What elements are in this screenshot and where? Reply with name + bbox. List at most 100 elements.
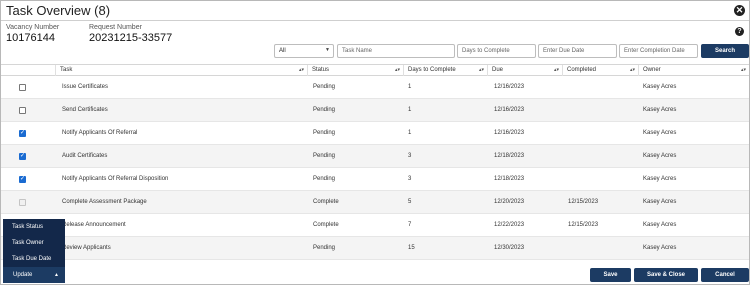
owner-cell: Kasey Acres (643, 176, 677, 182)
table-row[interactable]: Issue Certificates Pending 1 12/16/2023 … (1, 76, 749, 99)
days-cell: 1 (408, 130, 412, 136)
vacancy-number: Vacancy Number 10176144 (6, 24, 59, 44)
status-cell: Pending (313, 84, 336, 90)
table-row[interactable]: Release Announcement Complete 7 12/22/20… (1, 214, 749, 237)
table-row[interactable]: Notify Applicants Of Referral Dispositio… (1, 168, 749, 191)
due-cell: 12/22/2023 (494, 222, 525, 228)
search-button[interactable]: Search (701, 44, 749, 58)
task-cell: Notify Applicants Of Referral Dispositio… (62, 176, 169, 182)
table-row[interactable]: Send Certificates Pending 1 12/16/2023 K… (1, 99, 749, 122)
menu-item-task-owner[interactable]: Task Owner (3, 235, 65, 251)
row-checkbox[interactable] (19, 129, 26, 137)
select-column-header (1, 65, 55, 76)
column-header-due-label: Due (492, 67, 504, 73)
due-cell: 12/20/2023 (494, 199, 525, 205)
table-row[interactable]: Notify Applicants Of Referral Pending 1 … (1, 122, 749, 145)
due-date-input[interactable]: Enter Due Date (538, 44, 617, 58)
column-header-days[interactable]: Days to Complete ▴▾ (403, 65, 487, 76)
row-checkbox[interactable] (19, 175, 26, 183)
row-checkbox[interactable] (19, 84, 26, 91)
column-header-days-label: Days to Complete (408, 67, 456, 73)
status-cell: Pending (313, 176, 336, 182)
status-filter-select[interactable]: All ▼ (274, 44, 334, 58)
column-header-status[interactable]: Status ▴▾ (307, 65, 403, 76)
completion-date-input[interactable]: Enter Completion Date (619, 44, 698, 58)
close-icon[interactable]: ✕ (734, 5, 745, 16)
due-cell: 12/16/2023 (494, 107, 525, 113)
status-cell: Pending (313, 130, 336, 136)
column-header-owner[interactable]: Owner ▴▾ (638, 65, 749, 76)
sort-icon[interactable]: ▴▾ (554, 65, 559, 76)
task-cell: Complete Assessment Package (62, 199, 147, 205)
table-row[interactable]: Complete Assessment Package Complete 5 1… (1, 191, 749, 214)
days-to-complete-input[interactable]: Days to Complete (457, 44, 536, 58)
request-number-label: Request Number (89, 24, 142, 31)
task-cell: Notify Applicants Of Referral (62, 130, 138, 136)
days-cell: 3 (408, 153, 412, 159)
owner-cell: Kasey Acres (643, 153, 677, 159)
row-checkbox[interactable] (19, 107, 26, 114)
request-number: Request Number 20231215-33577 (89, 24, 172, 44)
task-cell: Release Announcement (62, 222, 126, 228)
task-cell: Send Certificates (62, 107, 108, 113)
task-overview-dialog: Task Overview (8) ✕ Vacancy Number 10176… (0, 0, 750, 285)
help-icon[interactable]: ? (735, 27, 744, 36)
status-cell: Complete (313, 222, 339, 228)
update-menu: Task Status Task Owner Task Due Date (3, 219, 65, 267)
status-cell: Pending (313, 245, 336, 251)
column-header-completed-label: Completed (567, 67, 597, 73)
due-cell: 12/16/2023 (494, 130, 525, 136)
completed-cell: 12/15/2023 (568, 222, 599, 228)
cancel-button[interactable]: Cancel (701, 268, 749, 282)
sort-icon[interactable]: ▴▾ (630, 65, 635, 76)
status-filter-value: All (279, 48, 286, 54)
owner-cell: Kasey Acres (643, 130, 677, 136)
vacancy-number-value: 10176144 (6, 32, 55, 44)
due-cell: 12/16/2023 (494, 84, 525, 90)
column-header-task-label: Task (60, 67, 73, 73)
table-row[interactable]: Audit Certificates Pending 3 12/18/2023 … (1, 145, 749, 168)
save-and-close-button[interactable]: Save & Close (634, 268, 698, 282)
due-cell: 12/30/2023 (494, 245, 525, 251)
due-cell: 12/18/2023 (494, 176, 525, 182)
chevron-down-icon: ▼ (325, 47, 330, 53)
owner-cell: Kasey Acres (643, 222, 677, 228)
row-checkbox (19, 199, 26, 206)
save-button[interactable]: Save (590, 268, 631, 282)
status-cell: Pending (313, 153, 336, 159)
column-header-completed[interactable]: Completed ▴▾ (562, 65, 638, 76)
table-header: Task ▴▾ Status ▴▾ Days to Complete ▴▾ Due ▴▾… (1, 64, 749, 76)
update-button-label: Update (13, 272, 33, 278)
task-cell: Audit Certificates (62, 153, 108, 159)
status-cell: Complete (313, 199, 339, 205)
vacancy-number-label: Vacancy Number (6, 24, 60, 31)
sort-icon[interactable]: ▴▾ (479, 65, 484, 76)
completed-cell: 12/15/2023 (568, 199, 599, 205)
update-button[interactable]: Update ▲ (3, 267, 65, 283)
column-header-owner-label: Owner (643, 67, 661, 73)
task-cell: Issue Certificates (62, 84, 109, 90)
sort-icon[interactable]: ▴▾ (299, 65, 304, 76)
table-row[interactable]: Review Applicants Pending 15 12/30/2023 … (1, 237, 749, 260)
days-cell: 1 (408, 84, 412, 90)
caret-up-icon: ▲ (54, 272, 59, 278)
column-header-status-label: Status (312, 67, 330, 73)
due-cell: 12/18/2023 (494, 153, 525, 159)
sort-icon[interactable]: ▴▾ (741, 65, 746, 76)
days-cell: 5 (408, 199, 412, 205)
status-cell: Pending (313, 107, 336, 113)
days-cell: 1 (408, 107, 412, 113)
owner-cell: Kasey Acres (643, 245, 677, 251)
owner-cell: Kasey Acres (643, 199, 677, 205)
menu-item-task-due-date[interactable]: Task Due Date (3, 251, 65, 267)
request-number-value: 20231215-33577 (89, 32, 173, 44)
days-cell: 3 (408, 176, 412, 182)
row-checkbox[interactable] (19, 152, 26, 160)
sort-icon[interactable]: ▴▾ (395, 65, 400, 76)
days-cell: 15 (408, 245, 415, 251)
column-header-due[interactable]: Due ▴▾ (487, 65, 562, 76)
column-header-task[interactable]: Task ▴▾ (55, 65, 307, 76)
task-cell: Review Applicants (62, 245, 111, 251)
task-name-input[interactable]: Task Name (337, 44, 455, 58)
menu-item-task-status[interactable]: Task Status (3, 219, 65, 235)
